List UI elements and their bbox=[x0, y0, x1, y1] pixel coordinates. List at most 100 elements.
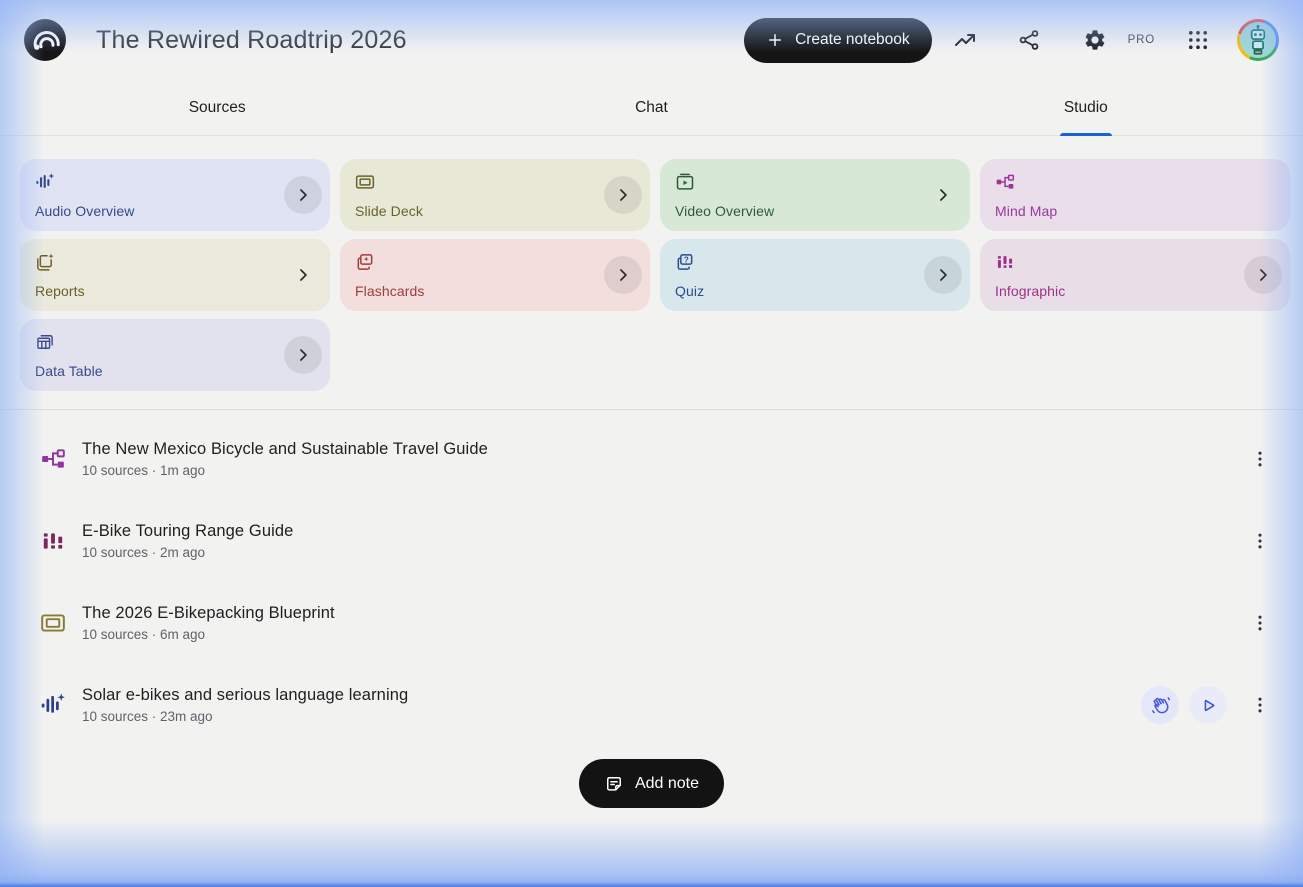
artifact-title: The New Mexico Bicycle and Sustainable T… bbox=[82, 440, 488, 458]
chevron-right-button[interactable] bbox=[284, 176, 322, 214]
waving-hand-icon bbox=[1150, 695, 1171, 716]
header: The Rewired Roadtrip 2026 Create noteboo… bbox=[0, 0, 1303, 80]
play-audio-button[interactable] bbox=[1189, 686, 1227, 724]
studio-card-mind-map[interactable]: Mind Map bbox=[980, 159, 1290, 231]
artifact-meta: 10 sources · 23m ago bbox=[82, 709, 213, 724]
artifact-title: The 2026 E-Bikepacking Blueprint bbox=[82, 604, 335, 622]
studio-card-data-table[interactable]: Data Table bbox=[20, 319, 330, 391]
tab-chat[interactable]: Chat bbox=[434, 80, 868, 135]
studio-cards-grid: Audio Overview Slide Deck Video Overview… bbox=[0, 136, 1303, 391]
chevron-right-button[interactable] bbox=[1244, 256, 1282, 294]
artifact-actions bbox=[1237, 606, 1277, 640]
studio-card-infographic[interactable]: Infographic bbox=[980, 239, 1290, 311]
reports-icon bbox=[35, 252, 55, 272]
kebab-menu-icon bbox=[1249, 448, 1271, 470]
more-options-button[interactable] bbox=[1243, 688, 1277, 722]
share-button[interactable] bbox=[1012, 23, 1046, 57]
artifact-list: The New Mexico Bicycle and Sustainable T… bbox=[0, 410, 1303, 746]
audio-overview-icon bbox=[40, 692, 66, 718]
account-avatar[interactable] bbox=[1237, 19, 1279, 61]
gear-icon bbox=[1083, 28, 1107, 52]
slide-deck-icon bbox=[355, 172, 375, 192]
plus-icon bbox=[766, 31, 784, 49]
studio-panel: Audio Overview Slide Deck Video Overview… bbox=[0, 136, 1303, 808]
more-options-button[interactable] bbox=[1243, 606, 1277, 640]
note-icon bbox=[604, 774, 624, 794]
google-apps-button[interactable] bbox=[1181, 23, 1215, 57]
chevron-right-icon bbox=[613, 265, 633, 285]
artifact-row[interactable]: E-Bike Touring Range Guide 10 sources · … bbox=[40, 500, 1277, 582]
add-note-container: Add note bbox=[0, 759, 1303, 808]
artifact-row[interactable]: The New Mexico Bicycle and Sustainable T… bbox=[40, 418, 1277, 500]
chevron-right-icon bbox=[933, 265, 953, 285]
artifact-meta: 10 sources · 1m ago bbox=[82, 463, 206, 478]
card-label: Data Table bbox=[35, 363, 103, 379]
analytics-button[interactable] bbox=[948, 23, 982, 57]
slide-deck-icon bbox=[40, 610, 66, 636]
artifact-row[interactable]: The 2026 E-Bikepacking Blueprint 10 sour… bbox=[40, 582, 1277, 664]
artifact-meta: 10 sources · 2m ago bbox=[82, 545, 206, 560]
avatar-image bbox=[1240, 22, 1276, 58]
artifact-actions bbox=[1141, 686, 1277, 724]
kebab-menu-icon bbox=[1249, 694, 1271, 716]
artifact-actions bbox=[1237, 524, 1277, 558]
trending-up-icon bbox=[953, 28, 977, 52]
share-icon bbox=[1017, 28, 1041, 52]
mind-map-icon bbox=[40, 446, 66, 472]
chevron-right-button[interactable] bbox=[604, 176, 642, 214]
chevron-right-button[interactable] bbox=[284, 256, 322, 294]
tab-studio[interactable]: Studio bbox=[869, 80, 1303, 135]
chevron-right-icon bbox=[933, 185, 953, 205]
data-table-icon bbox=[35, 332, 55, 352]
header-actions: Create notebook PRO bbox=[744, 17, 1279, 63]
tab-sources[interactable]: Sources bbox=[0, 80, 434, 135]
studio-card-video-overview[interactable]: Video Overview bbox=[660, 159, 970, 231]
artifact-row[interactable]: Solar e-bikes and serious language learn… bbox=[40, 664, 1277, 746]
create-notebook-button[interactable]: Create notebook bbox=[744, 17, 932, 63]
artifact-title: E-Bike Touring Range Guide bbox=[82, 522, 294, 540]
chevron-right-button[interactable] bbox=[924, 256, 962, 294]
quiz-icon bbox=[675, 252, 695, 272]
artifact-meta: 10 sources · 6m ago bbox=[82, 627, 206, 642]
pro-badge: PRO bbox=[1127, 34, 1155, 46]
artifact-actions bbox=[1237, 442, 1277, 476]
play-icon bbox=[1198, 695, 1219, 716]
kebab-menu-icon bbox=[1249, 530, 1271, 552]
mind-map-icon bbox=[995, 172, 1015, 192]
notebooklm-app: The Rewired Roadtrip 2026 Create noteboo… bbox=[0, 0, 1303, 887]
notebook-title[interactable]: The Rewired Roadtrip 2026 bbox=[96, 26, 407, 55]
studio-card-flashcards[interactable]: Flashcards bbox=[340, 239, 650, 311]
studio-card-audio-overview[interactable]: Audio Overview bbox=[20, 159, 330, 231]
chevron-right-button[interactable] bbox=[284, 336, 322, 374]
card-label: Mind Map bbox=[995, 203, 1058, 219]
infographic-icon bbox=[995, 252, 1015, 272]
artifact-text: The 2026 E-Bikepacking Blueprint 10 sour… bbox=[82, 604, 335, 642]
artifact-title: Solar e-bikes and serious language learn… bbox=[82, 686, 409, 704]
chevron-right-icon bbox=[293, 345, 313, 365]
kebab-menu-icon bbox=[1249, 612, 1271, 634]
card-label: Audio Overview bbox=[35, 203, 135, 219]
studio-card-quiz[interactable]: Quiz bbox=[660, 239, 970, 311]
video-overview-icon bbox=[675, 172, 695, 192]
chevron-right-button[interactable] bbox=[924, 176, 962, 214]
chevron-right-icon bbox=[613, 185, 633, 205]
artifact-text: E-Bike Touring Range Guide 10 sources · … bbox=[82, 522, 293, 560]
interactive-mode-button[interactable] bbox=[1141, 686, 1179, 724]
chevron-right-icon bbox=[1253, 265, 1273, 285]
panel-tabs: Sources Chat Studio bbox=[0, 80, 1303, 136]
chevron-right-button[interactable] bbox=[604, 256, 642, 294]
more-options-button[interactable] bbox=[1243, 442, 1277, 476]
apps-grid-icon bbox=[1186, 28, 1210, 52]
artifact-text: Solar e-bikes and serious language learn… bbox=[82, 686, 408, 724]
card-label: Slide Deck bbox=[355, 203, 423, 219]
more-options-button[interactable] bbox=[1243, 524, 1277, 558]
add-note-button[interactable]: Add note bbox=[578, 759, 725, 808]
card-label: Video Overview bbox=[675, 203, 775, 219]
create-notebook-label: Create notebook bbox=[795, 31, 910, 48]
studio-card-reports[interactable]: Reports bbox=[20, 239, 330, 311]
chevron-right-icon bbox=[293, 265, 313, 285]
add-note-label: Add note bbox=[634, 774, 700, 792]
studio-card-slide-deck[interactable]: Slide Deck bbox=[340, 159, 650, 231]
settings-button[interactable] bbox=[1078, 23, 1112, 57]
notebooklm-logo[interactable] bbox=[24, 19, 66, 61]
